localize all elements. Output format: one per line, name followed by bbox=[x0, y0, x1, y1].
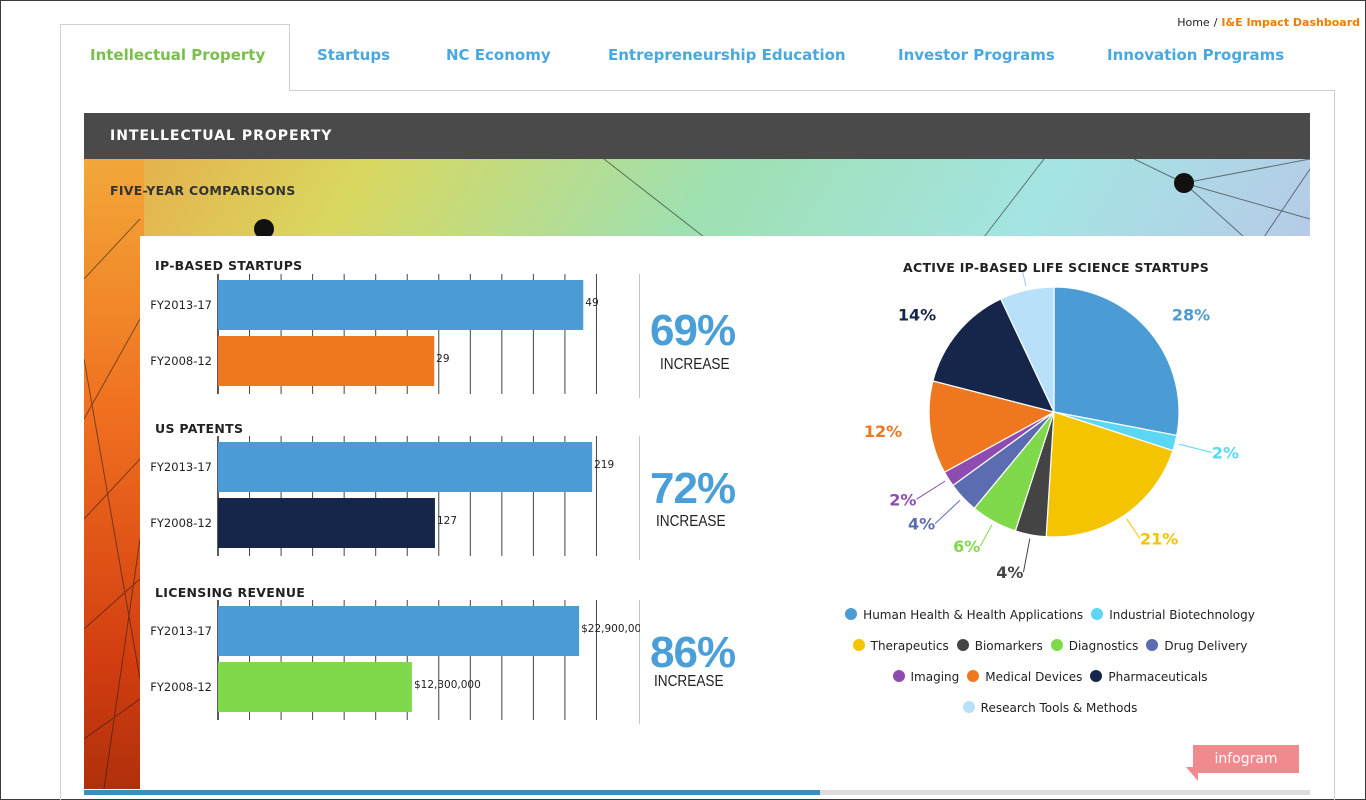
legend-label: Industrial Biotechnology bbox=[1109, 608, 1255, 622]
pie-slice-label: 2% bbox=[889, 490, 916, 509]
pie-slice-label: 6% bbox=[953, 537, 980, 556]
stat-pct-ip-startups: 69% bbox=[650, 306, 736, 355]
panel-border-top bbox=[288, 90, 1334, 91]
infogram-badge-tail bbox=[1186, 767, 1198, 781]
legend-label: Research Tools & Methods bbox=[980, 701, 1138, 715]
legend-item[interactable]: Research Tools & Methods bbox=[962, 693, 1138, 724]
us-patents-category-label: FY2013-17 bbox=[150, 460, 212, 474]
ip-startups-category-label: FY2013-17 bbox=[150, 298, 212, 312]
legend-dot bbox=[1146, 639, 1159, 651]
legend-dot bbox=[892, 670, 905, 682]
ip-startups-category-label: FY2008-12 bbox=[150, 354, 212, 368]
pie-slice-label: 7% bbox=[993, 272, 1020, 273]
decorative-node bbox=[1174, 173, 1194, 193]
pie-slice-label: 4% bbox=[908, 515, 935, 534]
tab-intellectual-property[interactable]: Intellectual Property bbox=[90, 46, 265, 64]
progress-fill bbox=[84, 790, 820, 795]
legend-dot bbox=[852, 639, 865, 651]
ip-startups-value-label: 49 bbox=[585, 297, 598, 309]
legend-dot bbox=[845, 608, 858, 620]
section-title: INTELLECTUAL PROPERTY bbox=[110, 128, 333, 144]
legend-label: Biomarkers bbox=[974, 639, 1043, 653]
tab-investor-programs[interactable]: Investor Programs bbox=[898, 46, 1055, 64]
stat-label-licensing-revenue: INCREASE bbox=[654, 673, 724, 690]
pie-legend: Human Health & Health Applications Indust… bbox=[820, 600, 1280, 724]
legend-label: Imaging bbox=[910, 670, 960, 684]
bar-chart-ip-startups: FY2013-17 49 FY2008-12 29 bbox=[150, 274, 640, 398]
panel-border-left bbox=[60, 90, 61, 800]
pie-chart-life-science: 28% 2% 21% 4% 6% 4% 2% 12% 14% 7% bbox=[864, 272, 1239, 582]
section-subtitle: FIVE-YEAR COMPARISONS bbox=[110, 183, 296, 198]
infogram-badge[interactable]: infogram bbox=[1193, 745, 1299, 773]
ip-startups-bar bbox=[218, 336, 435, 386]
pie-slice-label: 12% bbox=[864, 422, 902, 441]
chart-title-ip-startups: IP-BASED STARTUPS bbox=[155, 258, 303, 273]
stat-pct-licensing-revenue: 86% bbox=[650, 628, 736, 677]
pie-slice-label: 28% bbox=[1172, 305, 1210, 324]
chart-title-licensing-revenue: LICENSING REVENUE bbox=[155, 585, 306, 600]
pie-slice bbox=[1053, 286, 1180, 437]
legend-item[interactable]: Therapeutics bbox=[852, 631, 949, 662]
pie-leader-line bbox=[979, 524, 993, 547]
legend-label: Therapeutics bbox=[870, 639, 949, 653]
tab-bar: Intellectual Property Startups NC Econom… bbox=[60, 24, 1336, 91]
pie-leader-line bbox=[1178, 443, 1213, 454]
stat-label-ip-startups: INCREASE bbox=[660, 356, 730, 373]
legend-label: Drug Delivery bbox=[1164, 639, 1248, 653]
legend-label: Human Health & Health Applications bbox=[863, 608, 1084, 622]
legend-item[interactable]: Diagnostics bbox=[1050, 631, 1139, 662]
pie-leader-line bbox=[1022, 272, 1027, 287]
licensing-revenue-bar bbox=[218, 606, 580, 656]
chart-title-us-patents: US PATENTS bbox=[155, 421, 244, 436]
ip-startups-value-label: 29 bbox=[436, 353, 449, 365]
bar-chart-us-patents: FY2013-17 219 FY2008-12 127 bbox=[150, 436, 640, 560]
progress-track bbox=[84, 790, 1310, 795]
legend-label: Medical Devices bbox=[985, 670, 1083, 684]
legend-item[interactable]: Drug Delivery bbox=[1146, 631, 1247, 662]
pie-slice-label: 14% bbox=[898, 305, 936, 324]
licensing-revenue-value-label: $12,300,000 bbox=[414, 679, 481, 691]
licensing-revenue-category-label: FY2008-12 bbox=[150, 680, 212, 694]
legend-dot bbox=[962, 701, 975, 713]
tab-nc-economy[interactable]: NC Economy bbox=[446, 46, 551, 64]
tab-entrepreneurship-education[interactable]: Entrepreneurship Education bbox=[608, 46, 846, 64]
pie-leader-line bbox=[1126, 518, 1141, 539]
legend-item[interactable]: Industrial Biotechnology bbox=[1091, 600, 1255, 631]
section-header: INTELLECTUAL PROPERTY bbox=[84, 113, 1310, 159]
us-patents-bar bbox=[218, 442, 593, 492]
legend-item[interactable]: Medical Devices bbox=[967, 662, 1082, 693]
us-patents-value-label: 127 bbox=[437, 515, 457, 527]
us-patents-bar bbox=[218, 498, 435, 548]
tab-innovation-programs[interactable]: Innovation Programs bbox=[1107, 46, 1284, 64]
legend-dot bbox=[956, 639, 969, 651]
panel-border-right bbox=[1334, 90, 1335, 800]
us-patents-category-label: FY2008-12 bbox=[150, 516, 212, 530]
legend-item[interactable]: Biomarkers bbox=[956, 631, 1043, 662]
us-patents-value-label: 219 bbox=[594, 459, 614, 471]
stat-pct-us-patents: 72% bbox=[650, 464, 736, 513]
ip-startups-bar bbox=[218, 280, 584, 330]
legend-label: Pharmaceuticals bbox=[1108, 670, 1208, 684]
bar-chart-licensing-revenue: FY2013-17 $22,900,000 FY2008-12 $12,300,000 bbox=[150, 600, 640, 724]
pie-leader-line bbox=[934, 499, 961, 524]
pie-slice-label: 2% bbox=[1212, 444, 1239, 463]
legend-item[interactable]: Imaging bbox=[892, 662, 960, 693]
legend-dot bbox=[967, 670, 980, 682]
pie-slice-label: 4% bbox=[996, 563, 1023, 582]
legend-label: Diagnostics bbox=[1068, 639, 1139, 653]
tab-startups[interactable]: Startups bbox=[317, 46, 390, 64]
licensing-revenue-bar bbox=[218, 662, 412, 712]
pie-slice-label: 21% bbox=[1140, 530, 1178, 549]
legend-dot bbox=[1050, 639, 1063, 651]
licensing-revenue-category-label: FY2013-17 bbox=[150, 624, 212, 638]
legend-dot bbox=[1090, 670, 1103, 682]
stat-label-us-patents: INCREASE bbox=[656, 513, 726, 530]
legend-item[interactable]: Pharmaceuticals bbox=[1090, 662, 1207, 693]
pie-leader-line bbox=[916, 480, 946, 500]
legend-dot bbox=[1091, 608, 1104, 620]
legend-item[interactable]: Human Health & Health Applications bbox=[845, 600, 1083, 631]
pie-leader-line bbox=[1022, 538, 1031, 573]
licensing-revenue-value-label: $22,900,000 bbox=[581, 623, 640, 635]
